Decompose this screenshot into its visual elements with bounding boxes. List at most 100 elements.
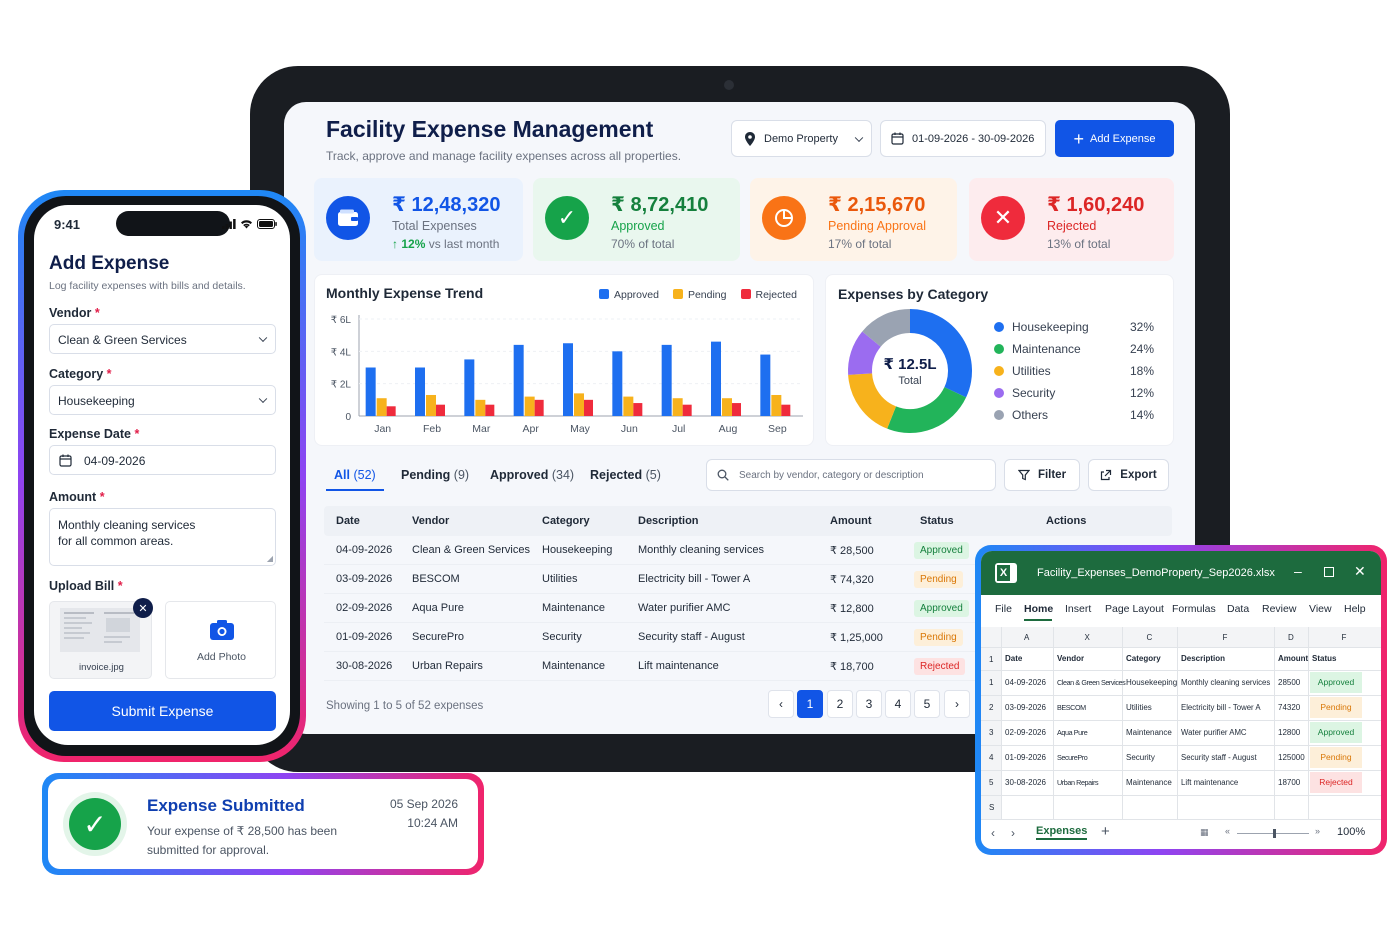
donut-slice-maintenance[interactable] [887, 386, 967, 433]
page-view-icon[interactable]: ▦ [1200, 827, 1209, 838]
cell-amount[interactable]: 74320 [1278, 703, 1300, 712]
row-number[interactable]: 1 [989, 655, 993, 664]
add-expense-button[interactable]: + Add Expense [1055, 120, 1174, 157]
cell-date[interactable]: 04-09-2026 [1005, 678, 1046, 687]
page-button-1[interactable]: 1 [797, 690, 823, 718]
page-button-5[interactable]: 5 [914, 690, 940, 718]
header-cell[interactable]: Description [1181, 654, 1225, 663]
cell-category[interactable]: Housekeeping [1126, 678, 1177, 687]
header-cell[interactable]: Vendor [1057, 654, 1084, 663]
bar-approved-jul[interactable] [661, 344, 672, 416]
cell-date[interactable]: 01-09-2026 [1005, 753, 1046, 762]
column-letter[interactable]: D [1288, 633, 1294, 642]
cell-vendor[interactable]: Clean & Green Services [1057, 678, 1126, 687]
donut-slice-others[interactable] [862, 309, 911, 348]
remove-invoice-button[interactable]: ✕ [133, 598, 153, 618]
bar-rejected-sep[interactable] [781, 404, 791, 416]
cell-category[interactable]: Maintenance [1126, 728, 1172, 737]
maximize-button[interactable] [1324, 567, 1334, 577]
menu-view[interactable]: View [1309, 603, 1332, 615]
tab-approved[interactable]: Approved (34) [490, 468, 574, 482]
tab-all[interactable]: All (52) [334, 468, 376, 482]
bar-approved-feb[interactable] [415, 367, 425, 417]
sheet-tab-expenses[interactable]: Expenses [1036, 825, 1088, 840]
bar-rejected-mar[interactable] [485, 404, 495, 416]
zoom-slider-thumb[interactable] [1273, 829, 1276, 838]
column-letter[interactable]: F [1223, 633, 1228, 642]
cell-date[interactable]: 02-09-2026 [1005, 728, 1046, 737]
filter-button[interactable]: Filter [1004, 459, 1080, 491]
page-button-3[interactable]: 3 [856, 690, 882, 718]
cell-vendor[interactable]: Urban Repairs [1057, 778, 1099, 787]
page-button-4[interactable]: 4 [885, 690, 911, 718]
column-letter[interactable]: A [1024, 633, 1029, 642]
status-cell[interactable]: Pending [1310, 697, 1362, 718]
cell-vendor[interactable]: Aqua Pure [1057, 728, 1088, 737]
minimize-button[interactable]: – [1294, 563, 1302, 579]
page-button-2[interactable]: 2 [827, 690, 853, 718]
prev-page-button[interactable]: ‹ [768, 690, 794, 718]
sheet-prev-icon[interactable]: ‹ [991, 826, 995, 840]
cell-amount[interactable]: 18700 [1278, 778, 1300, 787]
cell-vendor[interactable]: SecurePro [1057, 753, 1088, 762]
bar-approved-jan[interactable] [365, 367, 376, 417]
bar-rejected-aug[interactable] [732, 403, 741, 416]
submit-expense-button[interactable]: Submit Expense [49, 691, 276, 731]
status-cell[interactable]: Approved [1310, 672, 1362, 693]
row-number[interactable]: 4 [989, 753, 993, 762]
cell-description[interactable]: Security staff - August [1181, 753, 1257, 762]
cell-description[interactable]: Electricity bill - Tower A [1181, 703, 1261, 712]
bar-pending-sep[interactable] [771, 394, 782, 416]
status-cell[interactable]: Approved [1310, 722, 1362, 743]
status-cell[interactable]: Rejected [1310, 772, 1362, 793]
add-photo-button[interactable]: Add Photo [165, 601, 276, 679]
bar-pending-jul[interactable] [672, 398, 683, 416]
date-range-picker[interactable]: 01-09-2026 - 30-09-2026 [880, 120, 1046, 157]
cell-amount[interactable]: 125000 [1278, 753, 1305, 762]
bar-pending-mar[interactable] [475, 399, 486, 416]
row-number[interactable]: 5 [989, 778, 993, 787]
menu-review[interactable]: Review [1262, 603, 1296, 615]
cell-vendor[interactable]: BESCOM [1057, 703, 1086, 712]
resize-handle-icon[interactable]: ◢ [267, 554, 273, 563]
bar-rejected-jan[interactable] [386, 406, 396, 416]
bar-pending-jun[interactable] [623, 396, 634, 416]
row-number[interactable]: 3 [989, 728, 993, 737]
cell-date[interactable]: 03-09-2026 [1005, 703, 1046, 712]
header-cell[interactable]: Category [1126, 654, 1161, 663]
header-cell[interactable]: Date [1005, 654, 1022, 663]
cell-category[interactable]: Maintenance [1126, 778, 1172, 787]
zoom-in-icon[interactable]: » [1315, 826, 1320, 836]
property-select[interactable]: Demo Property [731, 120, 872, 157]
search-input[interactable]: Search by vendor, category or descriptio… [706, 459, 996, 491]
cell-date[interactable]: 30-08-2026 [1005, 778, 1046, 787]
bar-approved-mar[interactable] [464, 359, 475, 416]
bar-rejected-apr[interactable] [534, 399, 544, 416]
bar-rejected-may[interactable] [584, 399, 593, 416]
bar-approved-jun[interactable] [612, 351, 623, 416]
row-number[interactable]: 2 [989, 703, 993, 712]
cell-description[interactable]: Water purifier AMC [1181, 728, 1247, 737]
tab-rejected[interactable]: Rejected (5) [590, 468, 661, 482]
cell-description[interactable]: Monthly cleaning services [1181, 678, 1270, 687]
add-sheet-button[interactable]: + [1101, 823, 1110, 840]
header-cell[interactable]: Status [1312, 654, 1336, 663]
menu-formulas[interactable]: Formulas [1172, 603, 1216, 615]
export-button[interactable]: Export [1088, 459, 1169, 491]
vendor-select[interactable]: Clean & Green Services [49, 324, 276, 354]
bar-pending-feb[interactable] [426, 394, 436, 416]
bar-approved-aug[interactable] [711, 341, 721, 416]
status-cell[interactable]: Pending [1310, 747, 1362, 768]
menu-page-layout[interactable]: Page Layout [1105, 603, 1164, 615]
bar-rejected-jul[interactable] [682, 404, 692, 416]
row-number[interactable]: 1 [989, 678, 993, 687]
cell-category[interactable]: Utilities [1126, 703, 1152, 712]
sheet-next-icon[interactable]: › [1011, 826, 1015, 840]
zoom-out-icon[interactable]: « [1225, 826, 1230, 836]
cell-amount[interactable]: 12800 [1278, 728, 1300, 737]
cell-description[interactable]: Lift maintenance [1181, 778, 1238, 787]
menu-data[interactable]: Data [1227, 603, 1249, 615]
tab-pending[interactable]: Pending (9) [401, 468, 469, 482]
next-page-button[interactable]: › [944, 690, 970, 718]
cell-category[interactable]: Security [1126, 753, 1155, 762]
